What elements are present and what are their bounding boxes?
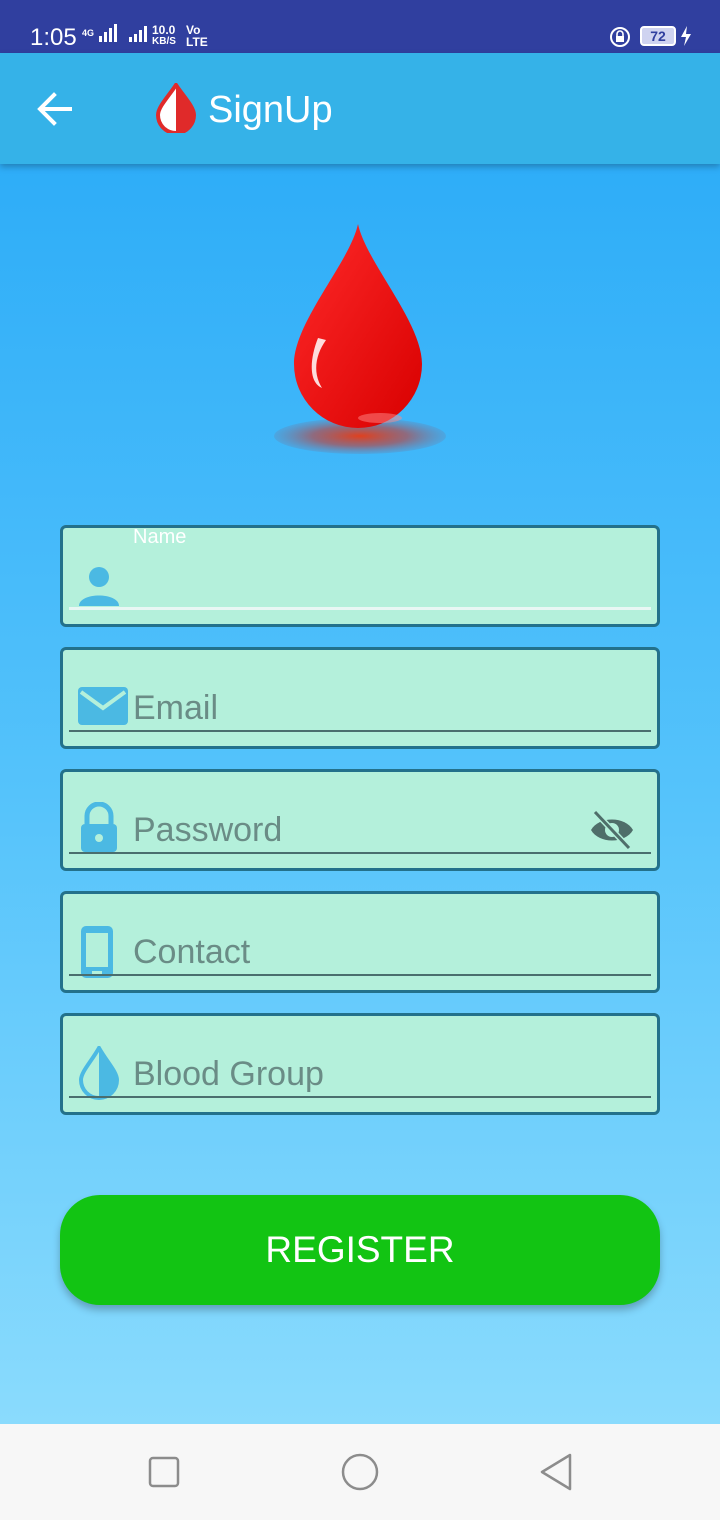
name-field[interactable]: Name	[60, 525, 660, 627]
battery-indicator: 72	[640, 26, 676, 46]
charging-icon	[680, 26, 692, 51]
signal-icon	[99, 24, 148, 42]
recent-apps-button[interactable]	[148, 1456, 180, 1493]
navigation-bar	[0, 1424, 720, 1520]
register-button[interactable]: REGISTER	[60, 1195, 660, 1305]
blood-drop-icon	[154, 81, 198, 138]
mail-icon	[77, 686, 129, 731]
data-speed: 10.0 KB/S	[152, 24, 176, 48]
person-icon	[77, 564, 121, 613]
blood-group-input[interactable]: Blood Group	[133, 1055, 324, 1094]
network-indicator: 4G	[82, 24, 153, 42]
email-input[interactable]: Email	[133, 689, 218, 728]
volte-bottom: LTE	[186, 35, 208, 49]
circle-icon	[341, 1453, 379, 1491]
signup-content: Name Email Password Contact Blood Group …	[0, 164, 720, 1424]
email-underline	[69, 730, 651, 732]
password-input[interactable]: Password	[133, 811, 282, 850]
back-nav-button[interactable]	[538, 1452, 574, 1497]
page-title: SignUp	[208, 89, 333, 131]
password-field[interactable]: Password	[60, 769, 660, 871]
name-label: Name	[133, 526, 187, 548]
lock-icon	[77, 801, 121, 857]
back-button[interactable]	[32, 89, 80, 129]
home-button[interactable]	[340, 1452, 380, 1497]
contact-input[interactable]: Contact	[133, 933, 250, 972]
square-icon	[148, 1456, 180, 1488]
triangle-back-icon	[540, 1453, 572, 1491]
email-field[interactable]: Email	[60, 647, 660, 749]
rotation-lock-icon	[609, 26, 631, 53]
arrow-left-icon	[37, 92, 72, 126]
blood-group-field[interactable]: Blood Group	[60, 1013, 660, 1115]
contact-field[interactable]: Contact	[60, 891, 660, 993]
app-bar: SignUp	[0, 53, 720, 164]
blood-group-underline	[69, 1096, 651, 1098]
status-time: 1:05	[30, 24, 77, 51]
speed-unit: KB/S	[152, 36, 176, 47]
eye-off-icon[interactable]	[589, 809, 635, 855]
status-bar: 1:05 4G 10.0 KB/S Vo LTE 72	[0, 0, 720, 53]
volte-indicator: Vo LTE	[186, 24, 208, 48]
name-underline	[69, 607, 651, 610]
password-underline	[69, 852, 651, 854]
network-type: 4G	[82, 28, 95, 39]
blood-drop-logo	[272, 222, 448, 467]
contact-underline	[69, 974, 651, 976]
speed-value: 10.0	[152, 23, 176, 37]
